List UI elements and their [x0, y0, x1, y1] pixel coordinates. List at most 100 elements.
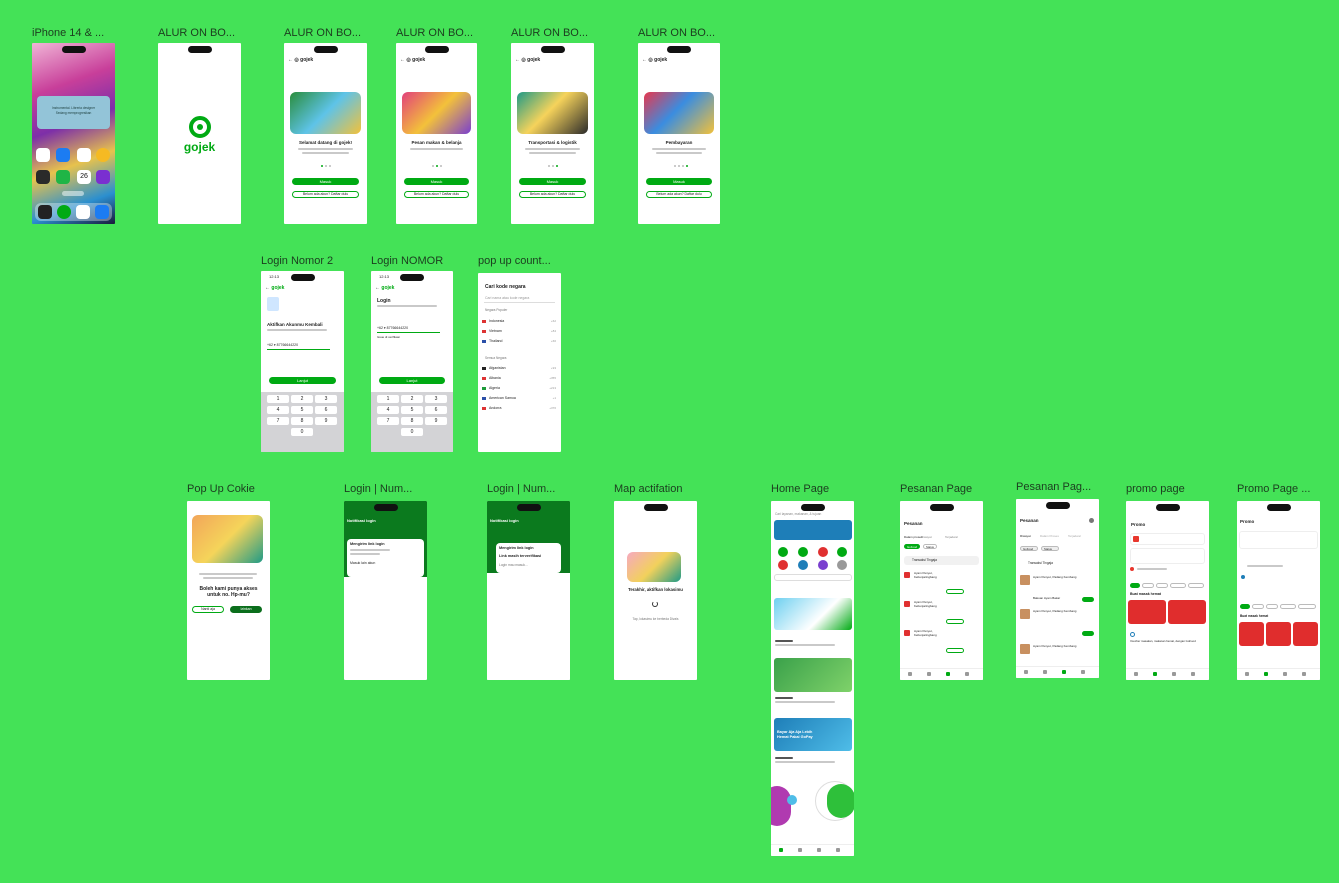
lanjut-button[interactable]: Lanjut	[269, 377, 336, 384]
frame-popup-country[interactable]: Cari kode negara Cari nama atau kode neg…	[478, 273, 561, 452]
promo-card[interactable]	[1266, 622, 1291, 646]
back-arrow-icon[interactable]: ← gojek	[265, 285, 284, 291]
reorder-button[interactable]	[1082, 597, 1094, 602]
app-icon-chrome[interactable]	[96, 148, 110, 162]
filter-chip[interactable]	[1266, 604, 1278, 609]
frame-label-login2[interactable]: Login Nomor 2	[261, 255, 345, 267]
option-verified[interactable]: Link masih terverifikasi	[499, 554, 541, 558]
option-send-link[interactable]: Mengirim link login	[499, 546, 534, 550]
filter-chip[interactable]	[1142, 583, 1154, 588]
transaction-banner[interactable]: Transaksi Tingaja	[1020, 559, 1095, 568]
tab-riwayat[interactable]: Riwayat	[1020, 534, 1031, 538]
settings-icon[interactable]	[1089, 518, 1094, 523]
country-row[interactable]: Vietnam +84	[482, 328, 557, 337]
frame-login2[interactable]: 12:13 ← gojek Aktifkan Akunmu Kembali +6…	[261, 271, 344, 452]
frame-pesanan1[interactable]: Pesanan Dalam proses Riwayat Terjadwal G…	[900, 501, 983, 680]
option-other-account[interactable]: Masuk lain akun	[350, 561, 375, 565]
voucher-list[interactable]	[1239, 555, 1318, 579]
frame-label-login-num1[interactable]: Login | Num...	[344, 483, 428, 495]
frame-pesanan2[interactable]: Pesanan Riwayat Dalam Proses Terjadwal G…	[1016, 499, 1099, 678]
frame-promo1[interactable]: Promo Buat masak hemat Voucher masakan, …	[1126, 501, 1209, 680]
tab-dalam-proses[interactable]: Dalam proses	[904, 535, 923, 539]
chip-status[interactable]: Status	[923, 544, 937, 549]
back-arrow-icon[interactable]: ← ◎ gojek	[400, 57, 425, 63]
promo-card[interactable]	[1168, 600, 1206, 624]
food-banner[interactable]	[774, 658, 852, 692]
dock-gojek-icon[interactable]	[57, 205, 71, 219]
filter-chip[interactable]	[1252, 604, 1264, 609]
dock-appstore-icon[interactable]	[95, 205, 109, 219]
tab-riwayat[interactable]: Riwayat	[921, 535, 932, 539]
frame-label-home[interactable]: Home Page	[771, 483, 855, 495]
frame-label-map-activation[interactable]: Map actifation	[614, 483, 698, 495]
frame-onboard1[interactable]: ← ◎ gojek Selamat datang di gojek! Masuk…	[284, 43, 367, 224]
filter-chip[interactable]	[1280, 604, 1296, 609]
dock-notes-icon[interactable]	[76, 205, 90, 219]
daftar-button[interactable]: Belum ada akun? Daftar dulu	[292, 191, 359, 198]
country-row[interactable]: Indonesia +62	[482, 318, 557, 327]
frame-onboard3[interactable]: ← ◎ gojek Transportasi & logistik Masuk …	[511, 43, 594, 224]
back-arrow-icon[interactable]: ← gojek	[375, 285, 394, 291]
back-arrow-icon[interactable]: ← ◎ gojek	[642, 57, 667, 63]
masuk-button[interactable]: Masuk	[646, 178, 712, 185]
frame-login-nomor[interactable]: 12:13 ← gojek Login +62 ▾ 87766644220 Is…	[371, 271, 453, 452]
filter-chip[interactable]	[1130, 583, 1140, 588]
order-item[interactable]: Ayam Penyet, Kebunjaringbang	[914, 600, 946, 608]
frame-login-num2[interactable]: Notifikasi login Mengirim link login Lin…	[487, 501, 570, 680]
nanti-button[interactable]: Nanti aja	[192, 606, 224, 613]
order-item[interactable]: Ayam Penyet, Padang Kembang	[1033, 575, 1076, 579]
frame-label-pesanan2[interactable]: Pesanan Pag...	[1016, 481, 1100, 493]
dock-app-icon[interactable]	[38, 205, 52, 219]
promo-banner[interactable]	[774, 598, 852, 630]
frame-label-popup-country[interactable]: pop up count...	[478, 255, 562, 267]
bottom-nav[interactable]	[900, 668, 983, 680]
reorder-button[interactable]	[946, 589, 964, 594]
transaction-banner[interactable]: Transaksi Tingaja	[904, 556, 979, 565]
frame-label-iphone[interactable]: iPhone 14 & ...	[32, 27, 116, 39]
masuk-button[interactable]: Masuk	[292, 178, 359, 185]
frame-map-activation[interactable]: Terakhir, aktifkan lokasimu Tap, lokasim…	[614, 501, 697, 680]
frame-label-pesanan1[interactable]: Pesanan Page	[900, 483, 984, 495]
gopay-promo-strip[interactable]	[774, 574, 852, 581]
frame-splash[interactable]: gojek	[158, 43, 241, 224]
numeric-keypad[interactable]: 123 456 789 0	[371, 392, 453, 452]
promo-card[interactable]	[1293, 622, 1318, 646]
tab-terjadwal[interactable]: Terjadwal	[1068, 534, 1081, 538]
app-icon-podcast[interactable]	[96, 170, 110, 184]
country-row[interactable]: Thailand +66	[482, 338, 557, 347]
country-row[interactable]: Afganistan +93	[482, 365, 557, 374]
filter-chip[interactable]	[1188, 583, 1204, 588]
chip-gofood[interactable]: GoFood	[1020, 546, 1038, 551]
bottom-nav[interactable]	[771, 844, 854, 856]
lanjut-button[interactable]: Lanjut	[379, 377, 445, 384]
option-login[interactable]: Login mau masuk...	[499, 563, 528, 567]
daftar-button[interactable]: Belum ada akun? Daftar dulu	[646, 191, 712, 198]
frame-onboard2[interactable]: ← ◎ gojek Pesan makan & belanja Masuk Be…	[396, 43, 477, 224]
app-icon-appstore[interactable]	[56, 148, 70, 162]
order-item[interactable]: Bakuan Ayam Bakar	[1033, 596, 1060, 600]
country-row[interactable]: Albania +355	[482, 375, 557, 384]
app-icon-camera[interactable]	[36, 170, 50, 184]
filter-chip[interactable]	[1240, 604, 1250, 609]
back-arrow-icon[interactable]: ← ◎ gojek	[288, 57, 313, 63]
voucher-row[interactable]	[1130, 567, 1205, 572]
frame-home[interactable]: Cari layanan, makanan, & tujuan Bayar Aj…	[771, 501, 854, 856]
tab-dalam-proses[interactable]: Dalam Proses	[1040, 534, 1059, 538]
izinkan-button[interactable]: Izinkan	[230, 606, 262, 613]
daftar-button[interactable]: Belum ada akun? Daftar dulu	[404, 191, 469, 198]
chip-gofood[interactable]: GoFood	[904, 544, 920, 549]
country-search-input[interactable]: Cari nama atau kode negara	[485, 296, 529, 300]
frame-popup-cookie[interactable]: Boleh kami punya akses untuk no. Hp-mu? …	[187, 501, 270, 680]
app-icon-photos[interactable]	[77, 148, 91, 162]
frame-label-onboard4[interactable]: ALUR ON BO...	[638, 27, 722, 39]
promo-card[interactable]	[1239, 622, 1264, 646]
bottom-nav[interactable]	[1126, 668, 1209, 680]
filter-chip[interactable]	[1298, 604, 1316, 609]
reorder-button[interactable]	[946, 619, 964, 624]
country-row[interactable]: Algeria +213	[482, 385, 557, 394]
bottom-nav[interactable]	[1016, 666, 1099, 678]
back-arrow-icon[interactable]: ← ◎ gojek	[515, 57, 540, 63]
masuk-button[interactable]: Masuk	[404, 178, 469, 185]
home-search-input[interactable]: Cari layanan, makanan, & tujuan	[775, 512, 821, 516]
order-item[interactable]: Ayam Penyet, Kebunjaringbang	[914, 629, 946, 637]
